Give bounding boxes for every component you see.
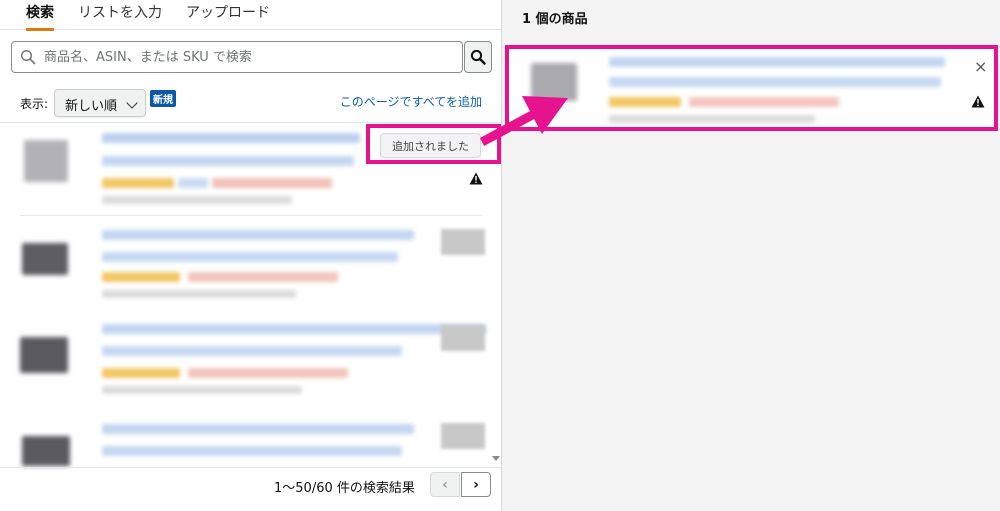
product-badge-blurred <box>441 325 485 351</box>
search-input[interactable] <box>44 45 454 69</box>
product-rating-blurred <box>102 178 174 188</box>
product-title-blurred <box>102 324 486 334</box>
product-meta-blurred <box>178 178 208 188</box>
product-details-blurred <box>609 115 815 123</box>
selected-products-panel: 1 個の商品 × <box>502 0 1000 511</box>
search-panel: 検索 リストを入力 アップロード 表示: 新しい順 新規 このページですべてを追… <box>0 0 501 511</box>
tab-enter-list[interactable]: リストを入力 <box>78 0 162 30</box>
scrollbar-down-icon[interactable] <box>492 450 500 466</box>
product-title-blurred <box>102 252 398 262</box>
product-price-blurred <box>188 272 338 282</box>
product-rating-blurred <box>102 272 180 282</box>
tab-bar: 検索 リストを入力 アップロード <box>0 0 501 31</box>
product-title-blurred <box>102 156 354 166</box>
product-title-blurred <box>102 424 414 434</box>
search-button[interactable] <box>464 41 492 73</box>
chevron-down-icon <box>126 97 138 109</box>
product-rating-blurred <box>609 97 681 107</box>
sort-label: 表示: <box>20 97 49 111</box>
product-thumbnail <box>24 140 68 182</box>
product-details-blurred <box>102 386 302 394</box>
results-count: 1〜50/60 件の検索結果 <box>274 481 415 496</box>
product-thumbnail <box>20 337 68 373</box>
product-title-blurred <box>609 57 945 67</box>
search-icon <box>470 49 486 65</box>
product-badge-blurred <box>441 229 485 255</box>
search-icon <box>20 49 36 65</box>
product-thumbnail <box>22 436 70 466</box>
new-badge: 新規 <box>150 90 176 107</box>
chevron-left-icon: ‹ <box>442 476 448 493</box>
tab-upload[interactable]: アップロード <box>186 0 270 30</box>
sort-dropdown[interactable]: 新しい順 <box>54 89 146 117</box>
product-details-blurred <box>102 290 296 298</box>
product-badge-blurred <box>441 423 485 449</box>
product-rating-blurred <box>102 368 180 378</box>
divider <box>0 122 501 123</box>
search-field[interactable] <box>11 41 463 73</box>
selected-product-card <box>505 45 998 131</box>
sort-selected-value: 新しい順 <box>65 99 118 114</box>
product-price-blurred <box>188 368 348 378</box>
divider <box>0 467 501 468</box>
product-title-blurred <box>102 346 402 356</box>
remove-product-button[interactable]: × <box>974 57 987 76</box>
warning-icon <box>971 95 985 108</box>
annotation-arrow-icon <box>479 96 568 146</box>
previous-page-button[interactable]: ‹ <box>430 472 460 497</box>
product-title-blurred <box>102 133 360 143</box>
tab-search[interactable]: 検索 <box>26 0 54 31</box>
chevron-right-icon: › <box>473 476 479 493</box>
next-page-button[interactable]: › <box>461 472 491 497</box>
divider <box>20 215 482 216</box>
product-price-blurred <box>689 97 839 107</box>
product-title-blurred <box>102 230 414 240</box>
product-price-blurred <box>212 178 332 188</box>
product-title-blurred <box>102 446 402 456</box>
product-details-blurred <box>102 196 292 204</box>
selected-count-title: 1 個の商品 <box>522 12 588 27</box>
warning-icon <box>469 172 483 185</box>
add-all-on-page-link[interactable]: このページですべてを追加 <box>340 93 482 110</box>
product-title-blurred <box>609 77 941 87</box>
product-thumbnail <box>22 243 68 275</box>
